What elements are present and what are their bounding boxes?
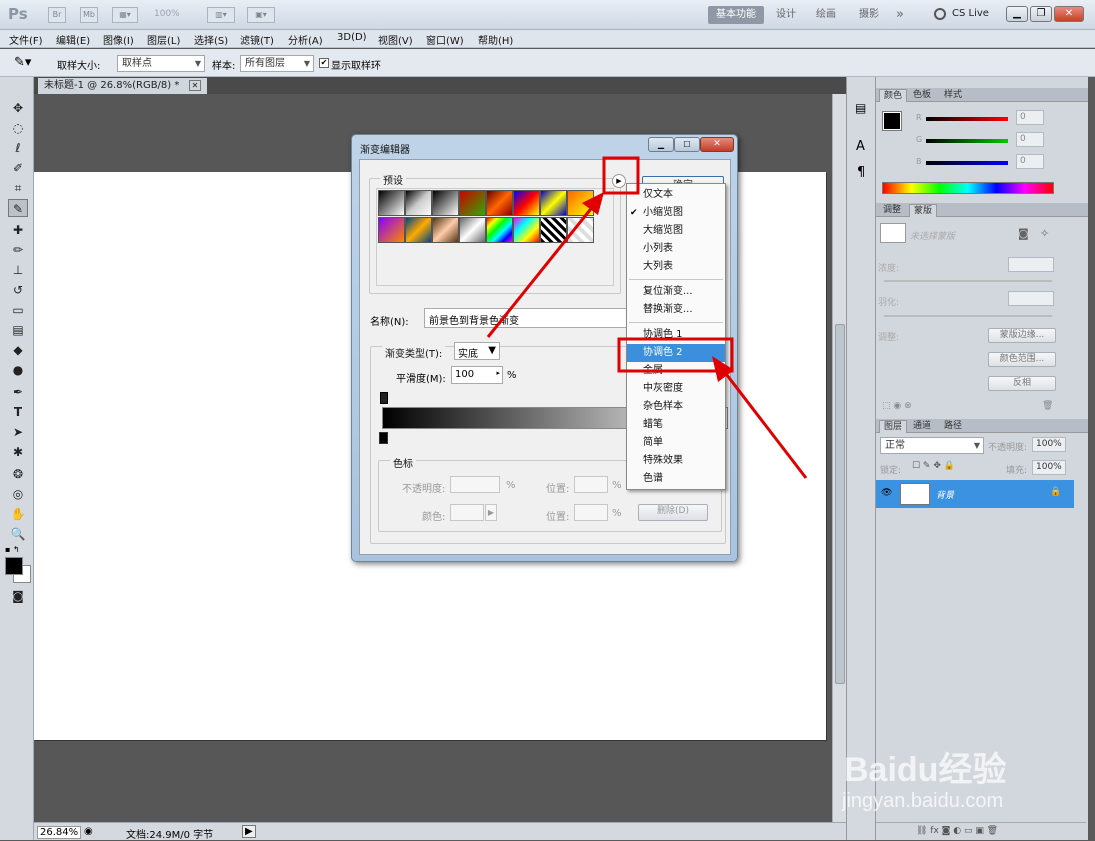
annotation-arrowhead-1: [582, 192, 604, 215]
annotation-box-menu-button: [602, 156, 640, 195]
annotation-overlay: [486, 156, 808, 479]
watermark-url: jingyan.baidu.com: [842, 790, 1004, 812]
watermark-brand: Baidu经验: [844, 751, 1007, 789]
annotation-arrow-1: [486, 199, 600, 338]
annotation-arrow-2: [718, 365, 808, 479]
